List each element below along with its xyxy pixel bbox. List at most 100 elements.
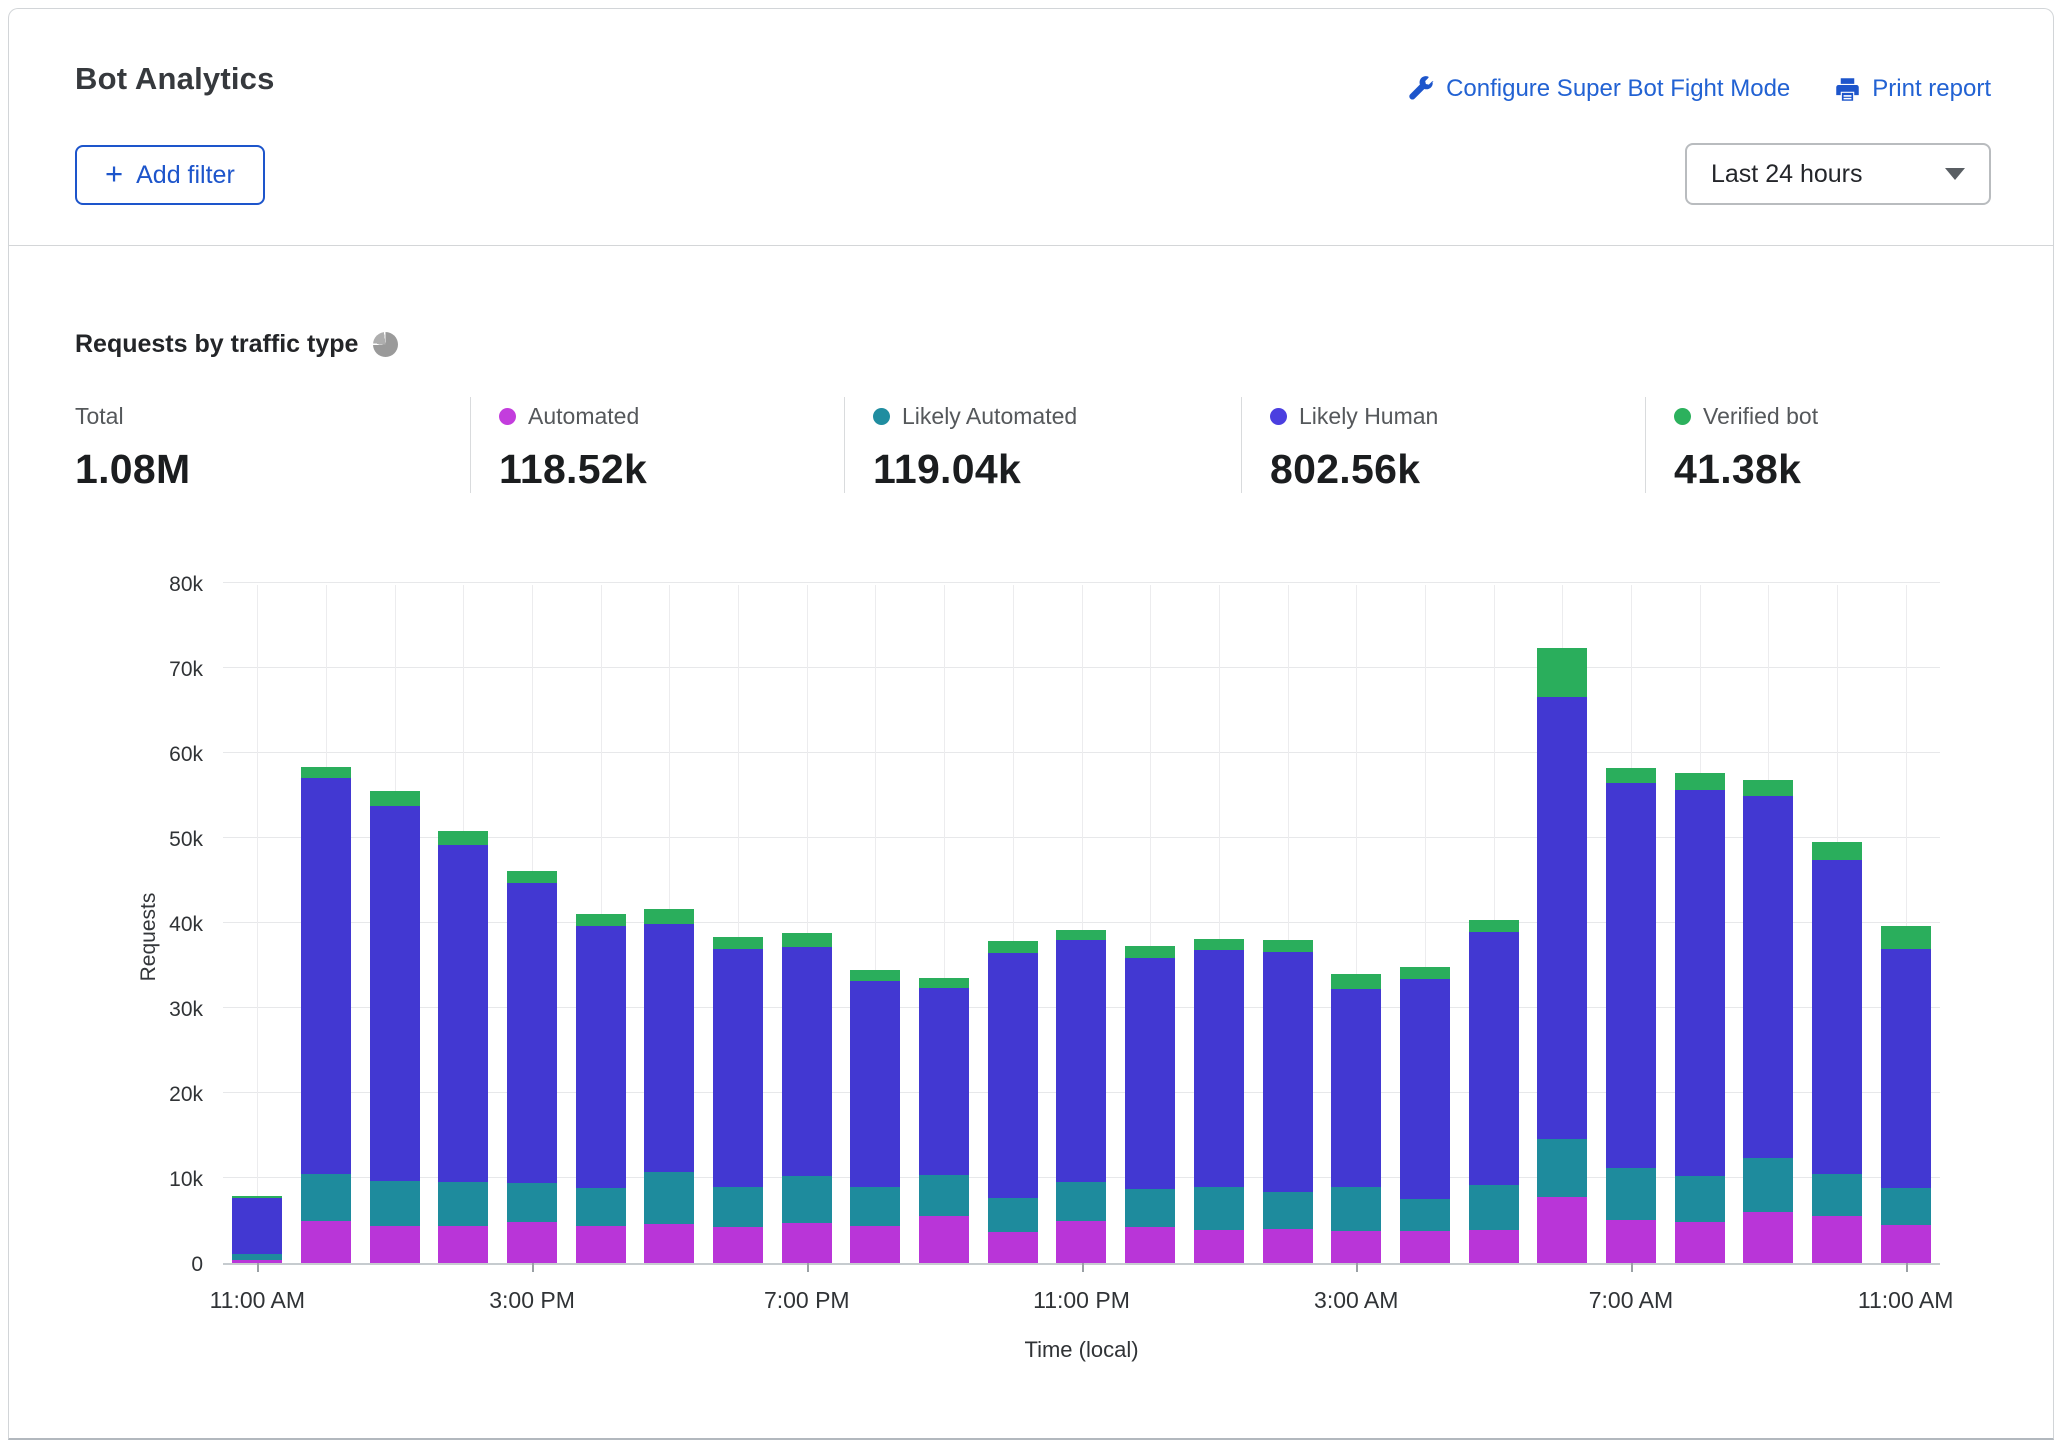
segment-likely-automated[interactable] — [1056, 1182, 1106, 1221]
segment-likely-automated[interactable] — [1743, 1158, 1793, 1212]
segment-automated[interactable] — [713, 1227, 763, 1263]
segment-likely-human[interactable] — [576, 926, 626, 1189]
segment-automated[interactable] — [232, 1260, 282, 1263]
segment-likely-automated[interactable] — [782, 1176, 832, 1223]
segment-automated[interactable] — [1812, 1216, 1862, 1263]
segment-verified-bot[interactable] — [438, 831, 488, 845]
stacked-bar[interactable] — [1881, 926, 1931, 1263]
segment-likely-automated[interactable] — [1263, 1192, 1313, 1229]
segment-automated[interactable] — [644, 1224, 694, 1263]
segment-automated[interactable] — [1056, 1221, 1106, 1263]
segment-likely-automated[interactable] — [713, 1187, 763, 1228]
segment-verified-bot[interactable] — [1331, 974, 1381, 989]
segment-likely-human[interactable] — [1743, 796, 1793, 1158]
segment-verified-bot[interactable] — [1606, 768, 1656, 782]
segment-verified-bot[interactable] — [576, 914, 626, 926]
segment-likely-automated[interactable] — [644, 1172, 694, 1224]
segment-automated[interactable] — [1537, 1197, 1587, 1263]
segment-verified-bot[interactable] — [1881, 926, 1931, 948]
segment-likely-human[interactable] — [1606, 783, 1656, 1168]
segment-automated[interactable] — [1469, 1230, 1519, 1263]
segment-likely-automated[interactable] — [1537, 1139, 1587, 1197]
segment-likely-automated[interactable] — [1812, 1174, 1862, 1217]
segment-likely-human[interactable] — [782, 947, 832, 1177]
segment-automated[interactable] — [782, 1223, 832, 1263]
segment-likely-human[interactable] — [1125, 958, 1175, 1189]
stacked-bar[interactable] — [1125, 946, 1175, 1263]
segment-likely-automated[interactable] — [1331, 1187, 1381, 1230]
segment-automated[interactable] — [1263, 1229, 1313, 1263]
stacked-bar[interactable] — [850, 970, 900, 1263]
stacked-bar[interactable] — [1743, 780, 1793, 1263]
segment-verified-bot[interactable] — [1125, 946, 1175, 958]
segment-likely-human[interactable] — [919, 988, 969, 1175]
segment-automated[interactable] — [1331, 1231, 1381, 1263]
stacked-bar[interactable] — [1331, 974, 1381, 1263]
segment-likely-automated[interactable] — [850, 1187, 900, 1227]
segment-likely-human[interactable] — [438, 845, 488, 1182]
stacked-bar[interactable] — [1537, 648, 1587, 1263]
segment-likely-automated[interactable] — [1469, 1185, 1519, 1230]
segment-likely-human[interactable] — [1537, 697, 1587, 1139]
stacked-bar[interactable] — [919, 978, 969, 1263]
segment-likely-automated[interactable] — [438, 1182, 488, 1226]
segment-automated[interactable] — [438, 1226, 488, 1263]
segment-likely-human[interactable] — [1056, 940, 1106, 1182]
print-report-link[interactable]: Print report — [1834, 75, 1991, 103]
segment-automated[interactable] — [988, 1232, 1038, 1263]
stacked-bar[interactable] — [1263, 940, 1313, 1263]
segment-verified-bot[interactable] — [850, 970, 900, 981]
segment-likely-human[interactable] — [1469, 932, 1519, 1185]
segment-likely-human[interactable] — [507, 883, 557, 1183]
segment-automated[interactable] — [919, 1216, 969, 1263]
segment-likely-automated[interactable] — [1194, 1187, 1244, 1230]
stacked-bar[interactable] — [1400, 967, 1450, 1263]
segment-verified-bot[interactable] — [1263, 940, 1313, 952]
segment-likely-human[interactable] — [1675, 790, 1725, 1176]
segment-likely-human[interactable] — [1881, 949, 1931, 1189]
segment-likely-human[interactable] — [713, 949, 763, 1186]
segment-likely-human[interactable] — [850, 981, 900, 1187]
segment-automated[interactable] — [507, 1222, 557, 1263]
segment-likely-automated[interactable] — [1125, 1189, 1175, 1227]
segment-likely-automated[interactable] — [507, 1183, 557, 1222]
configure-super-bot-fight-mode-link[interactable]: Configure Super Bot Fight Mode — [1408, 75, 1790, 103]
stacked-bar[interactable] — [232, 1196, 282, 1263]
segment-likely-automated[interactable] — [988, 1198, 1038, 1233]
segment-verified-bot[interactable] — [1675, 773, 1725, 790]
segment-automated[interactable] — [1400, 1231, 1450, 1263]
segment-verified-bot[interactable] — [370, 791, 420, 805]
segment-automated[interactable] — [850, 1226, 900, 1263]
stacked-bar[interactable] — [1675, 773, 1725, 1263]
segment-verified-bot[interactable] — [988, 941, 1038, 953]
segment-likely-human[interactable] — [1400, 979, 1450, 1199]
segment-verified-bot[interactable] — [507, 871, 557, 883]
segment-verified-bot[interactable] — [919, 978, 969, 987]
segment-verified-bot[interactable] — [1743, 780, 1793, 796]
stacked-bar[interactable] — [644, 909, 694, 1263]
stacked-bar[interactable] — [507, 871, 557, 1263]
segment-verified-bot[interactable] — [1469, 920, 1519, 932]
segment-likely-human[interactable] — [1194, 950, 1244, 1187]
segment-verified-bot[interactable] — [1056, 930, 1106, 940]
segment-likely-human[interactable] — [232, 1198, 282, 1253]
segment-verified-bot[interactable] — [1537, 648, 1587, 697]
segment-automated[interactable] — [370, 1226, 420, 1263]
segment-automated[interactable] — [576, 1226, 626, 1263]
stacked-bar[interactable] — [438, 831, 488, 1263]
stacked-bar[interactable] — [988, 941, 1038, 1263]
segment-likely-human[interactable] — [1812, 860, 1862, 1174]
segment-verified-bot[interactable] — [644, 909, 694, 923]
stacked-bar[interactable] — [576, 914, 626, 1263]
segment-likely-human[interactable] — [370, 806, 420, 1182]
segment-automated[interactable] — [1743, 1212, 1793, 1263]
stacked-bar[interactable] — [782, 933, 832, 1263]
stacked-bar[interactable] — [370, 791, 420, 1263]
stacked-bar[interactable] — [1606, 768, 1656, 1263]
stacked-bar[interactable] — [1056, 930, 1106, 1263]
segment-verified-bot[interactable] — [1194, 939, 1244, 950]
segment-likely-automated[interactable] — [370, 1181, 420, 1226]
segment-automated[interactable] — [1881, 1225, 1931, 1263]
segment-verified-bot[interactable] — [713, 937, 763, 949]
segment-verified-bot[interactable] — [301, 767, 351, 778]
